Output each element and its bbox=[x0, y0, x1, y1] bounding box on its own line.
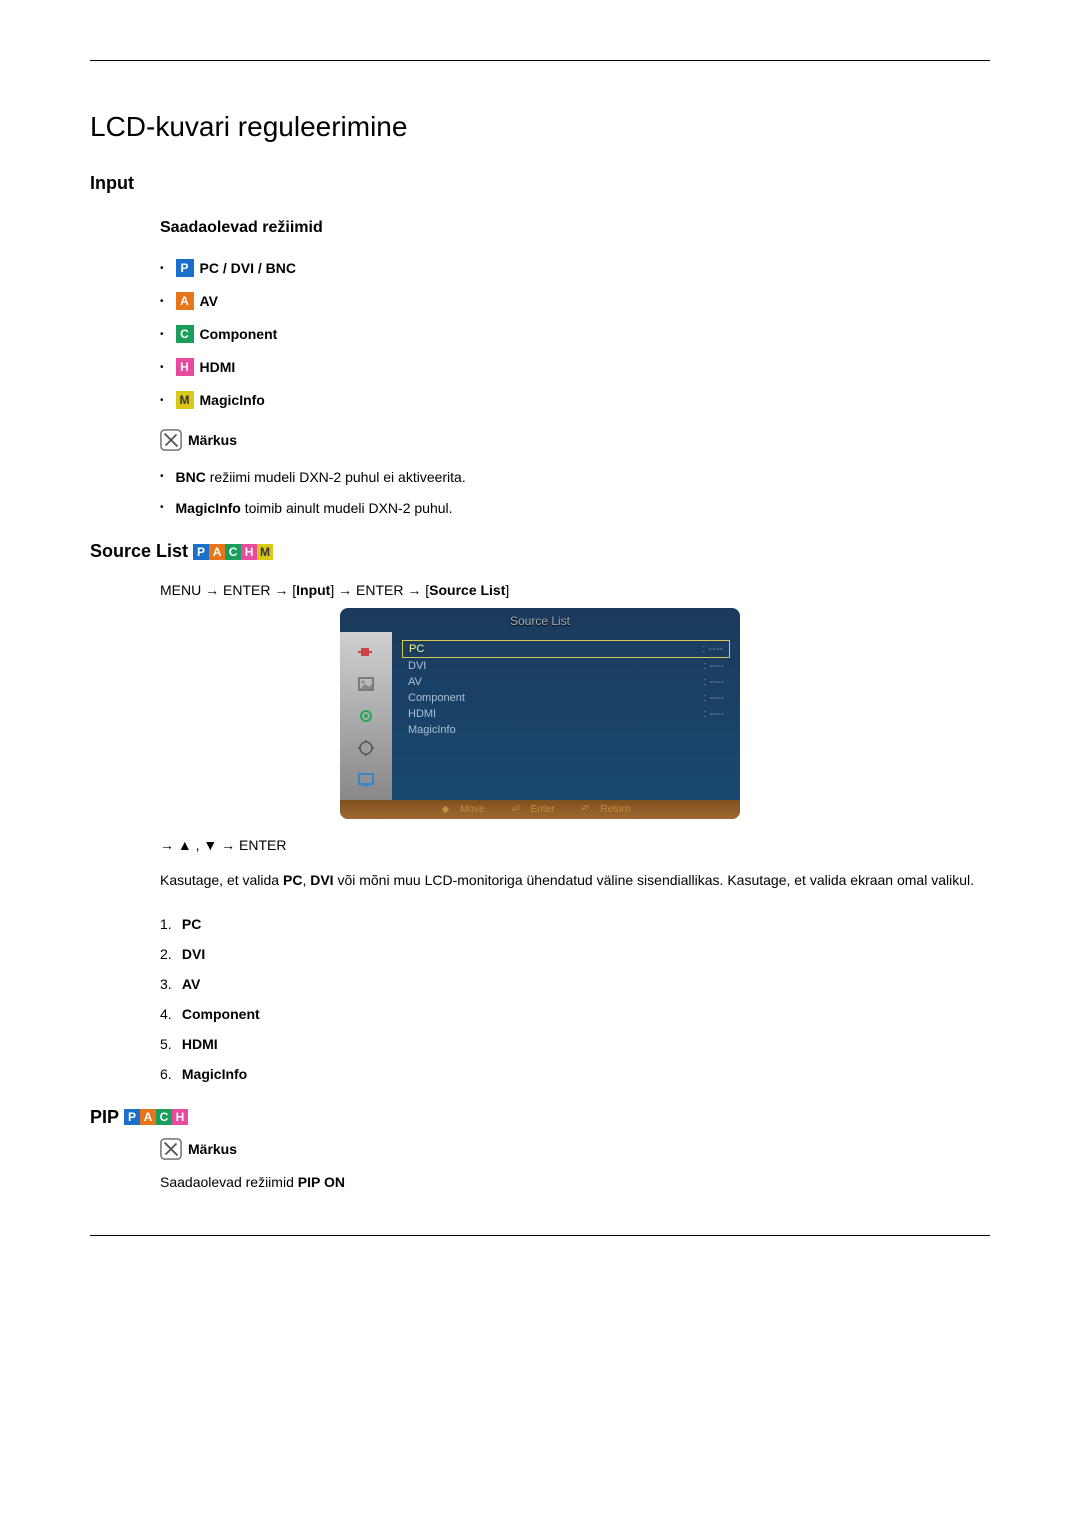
osd-item-pc: PC: ---- bbox=[402, 640, 730, 658]
mode-label: MagicInfo bbox=[200, 392, 265, 408]
mode-item-pc: • P PC / DVI / BNC bbox=[160, 259, 990, 277]
badge-p-icon: P bbox=[176, 259, 194, 277]
badge-strip: P A C H bbox=[124, 1109, 188, 1125]
badge-h-icon: H bbox=[241, 544, 257, 560]
bullet-icon: • bbox=[160, 362, 164, 373]
badge-a-icon: A bbox=[176, 292, 194, 310]
bullet-icon: • bbox=[160, 296, 164, 307]
pip-text: Saadaolevad režiimid PIP ON bbox=[160, 1174, 990, 1190]
badge-h-icon: H bbox=[176, 358, 194, 376]
list-item: 1. PC bbox=[160, 916, 990, 932]
osd-item-component: Component: ---- bbox=[402, 690, 730, 706]
osd-item-dvi: DVI: ---- bbox=[402, 658, 730, 674]
settings-icon bbox=[354, 736, 378, 760]
mode-label: AV bbox=[200, 293, 218, 309]
bullet-icon: • bbox=[160, 395, 164, 406]
pip-heading-row: PIP P A C H bbox=[90, 1107, 990, 1128]
screen-icon bbox=[354, 768, 378, 792]
gear-icon bbox=[354, 704, 378, 728]
mode-item-component: • C Component bbox=[160, 325, 990, 343]
input-heading: Input bbox=[90, 173, 990, 194]
note-row: Märkus bbox=[160, 429, 990, 451]
note-icon bbox=[160, 1138, 182, 1160]
badge-strip: P A C H M bbox=[193, 544, 273, 560]
menu-path: MENU → ENTER → [Input] → ENTER → [Source… bbox=[160, 582, 990, 598]
mode-label: Component bbox=[200, 326, 278, 342]
mode-item-av: • A AV bbox=[160, 292, 990, 310]
mode-item-hdmi: • H HDMI bbox=[160, 358, 990, 376]
note-list: • BNC režiimi mudeli DXN-2 puhul ei akti… bbox=[160, 469, 990, 516]
numbered-list: 1. PC 2. DVI 3. AV 4. Component 5. HDMI … bbox=[160, 916, 990, 1082]
badge-a-icon: A bbox=[209, 544, 225, 560]
page-title: LCD-kuvari reguleerimine bbox=[90, 111, 990, 143]
source-list-heading: Source List bbox=[90, 541, 188, 562]
mode-item-magicinfo: • M MagicInfo bbox=[160, 391, 990, 409]
plug-icon bbox=[354, 640, 378, 664]
note-text: BNC režiimi mudeli DXN-2 puhul ei aktive… bbox=[176, 469, 466, 485]
source-list-heading-row: Source List P A C H M bbox=[90, 541, 990, 562]
osd-move-label: ◆ Move bbox=[442, 804, 493, 815]
bottom-rule bbox=[90, 1235, 990, 1236]
badge-a-icon: A bbox=[140, 1109, 156, 1125]
osd-nav bbox=[340, 632, 392, 800]
osd-item-magicinfo: MagicInfo bbox=[402, 722, 730, 738]
list-item: 3. AV bbox=[160, 976, 990, 992]
note-label: Märkus bbox=[188, 432, 237, 448]
bullet-icon: • bbox=[160, 502, 164, 516]
note-item: • BNC režiimi mudeli DXN-2 puhul ei akti… bbox=[160, 469, 990, 485]
bullet-icon: • bbox=[160, 471, 164, 485]
mode-list: • P PC / DVI / BNC • A AV • C Component … bbox=[160, 259, 990, 409]
osd-box: Source List PC: ---- DVI: ---- AV: ---- … bbox=[340, 608, 740, 819]
list-item: 4. Component bbox=[160, 1006, 990, 1022]
osd-footer: ◆ Move ⏎ Enter ↶ Return bbox=[340, 800, 740, 819]
mode-label: PC / DVI / BNC bbox=[200, 260, 296, 276]
badge-c-icon: C bbox=[156, 1109, 172, 1125]
mode-label: HDMI bbox=[200, 359, 236, 375]
osd-title: Source List bbox=[340, 608, 740, 632]
note-item: • MagicInfo toimib ainult mudeli DXN-2 p… bbox=[160, 500, 990, 516]
nav-path: → ▲ , ▼ → ENTER bbox=[160, 837, 990, 853]
list-item: 2. DVI bbox=[160, 946, 990, 962]
badge-p-icon: P bbox=[124, 1109, 140, 1125]
source-list-paragraph: Kasutage, et valida PC, DVI või mõni muu… bbox=[160, 871, 990, 891]
list-item: 5. HDMI bbox=[160, 1036, 990, 1052]
badge-p-icon: P bbox=[193, 544, 209, 560]
bullet-icon: • bbox=[160, 263, 164, 274]
osd-return-label: ↶ Return bbox=[581, 804, 638, 815]
pip-heading: PIP bbox=[90, 1107, 119, 1128]
bullet-icon: • bbox=[160, 329, 164, 340]
badge-c-icon: C bbox=[176, 325, 194, 343]
badge-m-icon: M bbox=[176, 391, 194, 409]
note-icon bbox=[160, 429, 182, 451]
badge-m-icon: M bbox=[257, 544, 273, 560]
osd-item-av: AV: ---- bbox=[402, 674, 730, 690]
modes-heading: Saadaolevad režiimid bbox=[160, 219, 990, 237]
picture-icon bbox=[354, 672, 378, 696]
note-label: Märkus bbox=[188, 1141, 237, 1157]
badge-h-icon: H bbox=[172, 1109, 188, 1125]
badge-c-icon: C bbox=[225, 544, 241, 560]
pip-note-row: Märkus bbox=[160, 1138, 990, 1160]
top-rule bbox=[90, 60, 990, 61]
osd-enter-label: ⏎ Enter bbox=[511, 804, 562, 815]
osd-list: PC: ---- DVI: ---- AV: ---- Component: -… bbox=[392, 632, 740, 800]
note-text: MagicInfo toimib ainult mudeli DXN-2 puh… bbox=[176, 500, 453, 516]
osd-item-hdmi: HDMI: ---- bbox=[402, 706, 730, 722]
list-item: 6. MagicInfo bbox=[160, 1066, 990, 1082]
